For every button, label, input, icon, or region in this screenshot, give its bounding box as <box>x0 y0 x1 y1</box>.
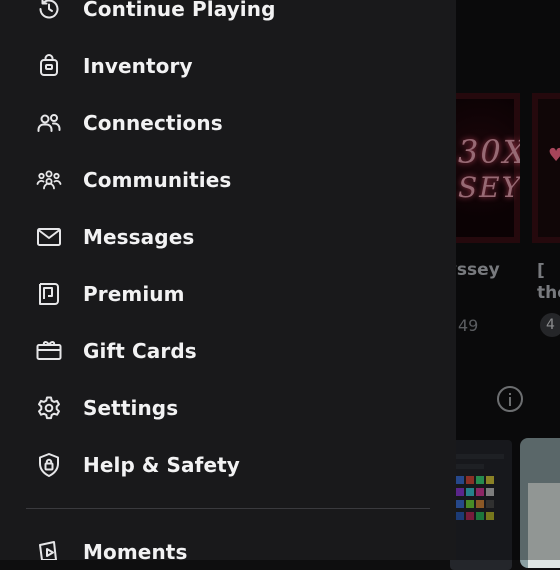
menu-item-label: Connections <box>83 111 223 135</box>
count-badge: 4 <box>540 313 560 337</box>
menu-item-gift-cards[interactable]: Gift Cards <box>0 327 456 375</box>
thumbnail-art <box>456 512 464 520</box>
thumbnail-art <box>486 512 494 520</box>
thumbnail-art <box>456 488 464 496</box>
thumbnail-art <box>476 500 484 508</box>
thumbnail-art <box>456 476 464 484</box>
people-icon <box>36 110 62 136</box>
game-thumbnail[interactable] <box>450 440 512 570</box>
thumbnail-art <box>466 500 474 508</box>
thumbnail-art <box>454 454 504 459</box>
thumbnail-art <box>528 483 560 568</box>
thumbnail-art <box>456 500 464 508</box>
thumbnail-art <box>486 476 494 484</box>
menu-item-label: Settings <box>83 396 179 420</box>
thumbnail-art-text: SEY <box>458 171 520 204</box>
thumbnail-art <box>454 464 484 469</box>
menu-item-label: Gift Cards <box>83 339 197 363</box>
menu-item-label: Help & Safety <box>83 453 240 477</box>
menu-item-inventory[interactable]: Inventory <box>0 42 456 90</box>
game-title[interactable]: [ the <box>537 260 560 304</box>
gift-card-icon <box>36 338 62 364</box>
menu-item-label: Communities <box>83 168 232 192</box>
envelope-icon <box>36 224 62 250</box>
menu-item-label: Inventory <box>83 54 193 78</box>
thumbnail-art <box>486 488 494 496</box>
menu-item-messages[interactable]: Messages <box>0 213 456 261</box>
group-icon <box>36 167 62 193</box>
menu-item-communities[interactable]: Communities <box>0 156 456 204</box>
thumbnail-art-text: 30X <box>458 133 520 171</box>
menu-item-label: Messages <box>83 225 195 249</box>
broken-heart-icon: ♥ <box>548 145 560 166</box>
thumbnail-art <box>466 476 474 484</box>
history-icon <box>36 0 62 22</box>
menu-item-label: Premium <box>83 282 185 306</box>
shield-lock-icon <box>36 452 62 478</box>
thumbnail-art <box>476 488 484 496</box>
thumbnail-art <box>466 512 474 520</box>
menu-item-label: Moments <box>83 540 188 560</box>
thumbnail-art <box>476 512 484 520</box>
menu-item-label: Continue Playing <box>83 0 276 21</box>
menu-item-premium[interactable]: Premium <box>0 270 456 318</box>
game-thumbnail[interactable] <box>520 438 560 568</box>
thumbnail-art <box>466 488 474 496</box>
backpack-icon <box>36 53 62 79</box>
thumbnail-art <box>476 476 484 484</box>
side-drawer: Continue Playing Inventory Connections C… <box>0 0 456 560</box>
gear-icon <box>36 395 62 421</box>
info-icon[interactable] <box>497 386 523 412</box>
menu-item-connections[interactable]: Connections <box>0 99 456 147</box>
menu-item-help-safety[interactable]: Help & Safety <box>0 441 456 489</box>
player-count: 49 <box>458 316 479 335</box>
premium-icon <box>36 281 62 307</box>
game-thumbnail[interactable]: ♥ <box>532 93 560 243</box>
play-doc-icon <box>36 539 62 560</box>
menu-item-moments[interactable]: Moments <box>0 528 456 560</box>
thumbnail-art <box>486 500 494 508</box>
menu-item-settings[interactable]: Settings <box>0 384 456 432</box>
menu-item-continue-playing[interactable]: Continue Playing <box>0 0 456 33</box>
menu-divider <box>26 508 430 509</box>
